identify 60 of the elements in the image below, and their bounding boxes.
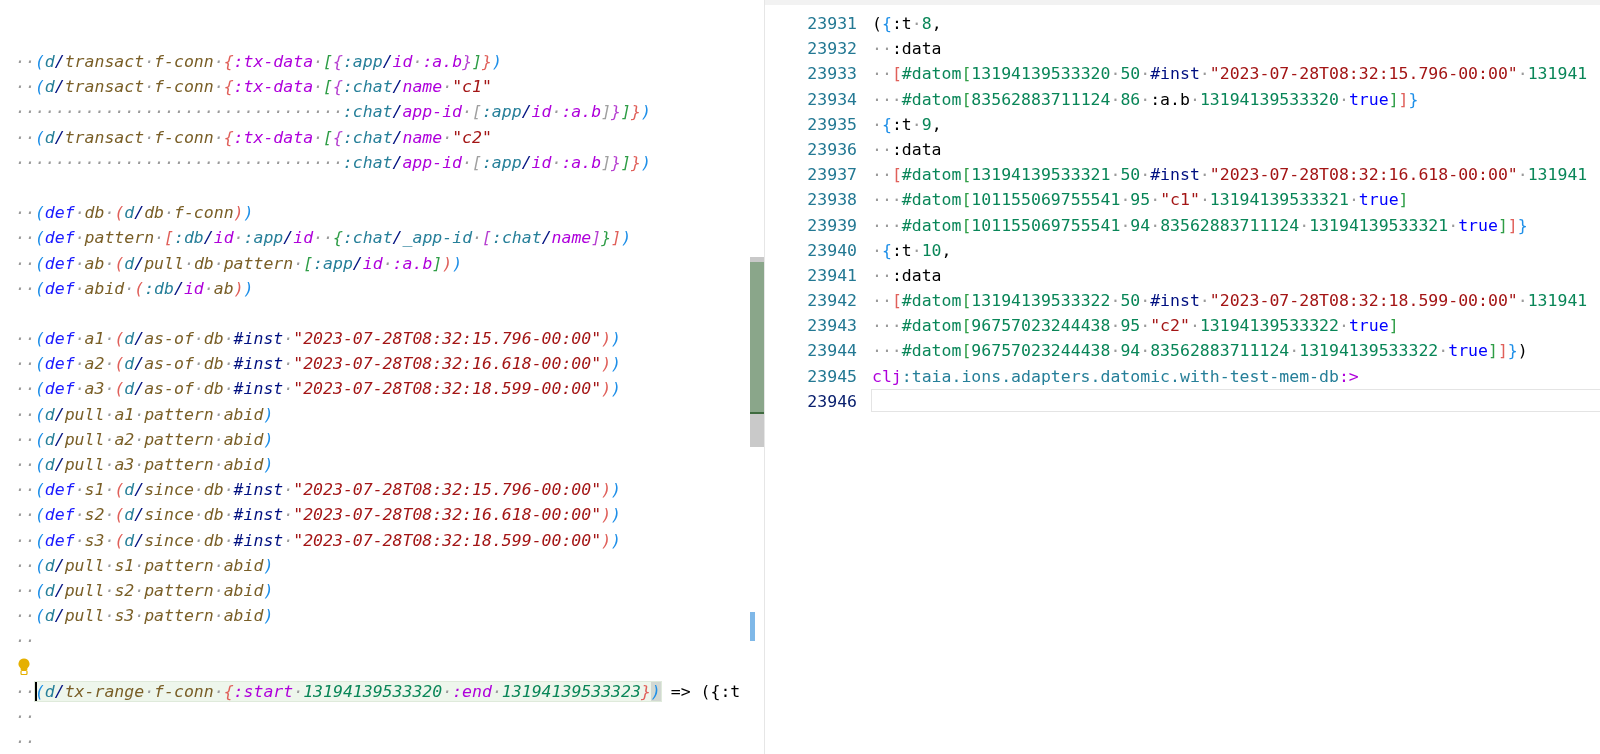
line-number: 23943 bbox=[806, 315, 857, 338]
output-line: ···#datom[83562883711124·86·:a.b·13194139533320·true]]} bbox=[872, 88, 1419, 111]
code-line: ··(d/pull·a1·pattern·abid) bbox=[15, 403, 274, 426]
code-line: ··(d/transact·f-conn·{:tx-data·[{:chat/name·"c2" bbox=[15, 126, 492, 149]
output-line: ··:data bbox=[872, 38, 942, 61]
code-line: ··(def·pattern·[:db/id·:app/id··{:chat/_app-id·[:chat/name]}]) bbox=[15, 227, 632, 250]
code-line: ·································:chat/app-id·[:app/id·:a.b]}]}) bbox=[15, 101, 651, 124]
line-number: 23946 bbox=[806, 390, 857, 413]
lightbulb-icon[interactable] bbox=[18, 657, 30, 675]
code-line: ··(d/pull·s2·pattern·abid) bbox=[15, 579, 274, 602]
code-line: ··(def·db·(d/db·f-conn)) bbox=[15, 202, 254, 225]
code-line: ··(d/pull·s1·pattern·abid) bbox=[15, 554, 274, 577]
line-number: 23942 bbox=[806, 290, 857, 313]
code-line: ·· bbox=[15, 630, 35, 653]
line-number: 23936 bbox=[806, 138, 857, 161]
cursor-marker bbox=[750, 612, 755, 641]
line-number: 23933 bbox=[806, 63, 857, 86]
code-line: ··(def·a1·(d/as-of·db·#inst·"2023-07-28T08:32:15.796-00:00")) bbox=[15, 328, 622, 351]
output-line: ··[#datom[13194139533320·50·#inst·"2023-07-28T08:32:15.796-00:00"·131941 bbox=[872, 63, 1588, 86]
line-number: 23934 bbox=[806, 88, 857, 111]
line-number: 23931 bbox=[806, 13, 857, 35]
line-number: 23937 bbox=[806, 164, 857, 187]
code-line: ··(d/transact·f-conn·{:tx-data·[{:app/id·:a.b}]}) bbox=[15, 51, 502, 73]
code-line: ··(def·a3·(d/as-of·db·#inst·"2023-07-28T08:32:18.599-00:00")) bbox=[15, 378, 622, 401]
line-number: 23945 bbox=[806, 365, 857, 388]
output-line: ··:data bbox=[872, 138, 942, 161]
code-line: ··(def·s1·(d/since·db·#inst·"2023-07-28T08:32:15.796-00:00")) bbox=[15, 479, 622, 502]
output-line: ··[#datom[13194139533321·50·#inst·"2023-07-28T08:32:16.618-00:00"·131941 bbox=[872, 164, 1588, 187]
code-line: ··(def·s3·(d/since·db·#inst·"2023-07-28T08:32:18.599-00:00")) bbox=[15, 529, 622, 552]
code-line: ··(d/transact·f-conn·{:tx-data·[{:chat/name·"c1" bbox=[15, 76, 492, 99]
output-line: ···#datom[96757023244438·95·"c2"·13194139533322·true] bbox=[872, 315, 1399, 338]
code-line: ··(def·abid·(:db/id·ab)) bbox=[15, 277, 254, 300]
output-line: ··[#datom[13194139533322·50·#inst·"2023-07-28T08:32:18.599-00:00"·131941 bbox=[872, 290, 1588, 313]
code-line: ··(d/tx-range·f-conn·{:start·13194139533320·:end·13194139533323}) => ({:t bbox=[15, 680, 741, 703]
output-line: ···#datom[96757023244438·94·83562883711124·13194139533322·true]]}) bbox=[872, 340, 1528, 363]
code-line: ··(def·ab·(d/pull·db·pattern·[:app/id·:a.b])) bbox=[15, 252, 463, 275]
line-number: 23940 bbox=[806, 239, 857, 262]
output-line: ··:data bbox=[872, 264, 942, 287]
line-number: 23941 bbox=[806, 264, 857, 287]
code-line: ··(d/pull·s3·pattern·abid) bbox=[15, 605, 274, 628]
output-line: ···#datom[101155069755541·95·"c1"·13194139533321·true] bbox=[872, 189, 1409, 212]
code-line: ·· bbox=[15, 705, 35, 728]
output-line: clj:taia.ions.adapters.datomic.with-test-mem-db:> bbox=[872, 365, 1359, 388]
code-line: ·· bbox=[15, 731, 35, 754]
output-line: ·{:t·9, bbox=[872, 113, 942, 136]
code-line: ·································:chat/app-id·[:app/id·:a.b]}]}) bbox=[15, 151, 651, 174]
input-field[interactable] bbox=[871, 388, 1600, 412]
line-number: 23938 bbox=[806, 189, 857, 212]
line-number: 23939 bbox=[806, 214, 857, 237]
code-line: ··(def·a2·(d/as-of·db·#inst·"2023-07-28T08:32:16.618-00:00")) bbox=[15, 353, 622, 376]
code-line: ··(d/pull·a3·pattern·abid) bbox=[15, 454, 274, 476]
code-line: ··(d/pull·a2·pattern·abid) bbox=[15, 428, 274, 451]
output-line: ·{:t·10, bbox=[872, 239, 952, 262]
code-line: ··(def·s2·(d/since·db·#inst·"2023-07-28T08:32:16.618-00:00")) bbox=[15, 504, 622, 527]
output-line: ({:t·8, bbox=[872, 13, 942, 35]
scrollbar-thumb[interactable] bbox=[750, 257, 764, 447]
line-number: 23932 bbox=[806, 38, 857, 61]
output-line: ···#datom[101155069755541·94·83562883711124·13194139533321·true]]} bbox=[872, 214, 1528, 237]
line-number: 23935 bbox=[806, 113, 857, 136]
line-number: 23944 bbox=[806, 340, 857, 363]
